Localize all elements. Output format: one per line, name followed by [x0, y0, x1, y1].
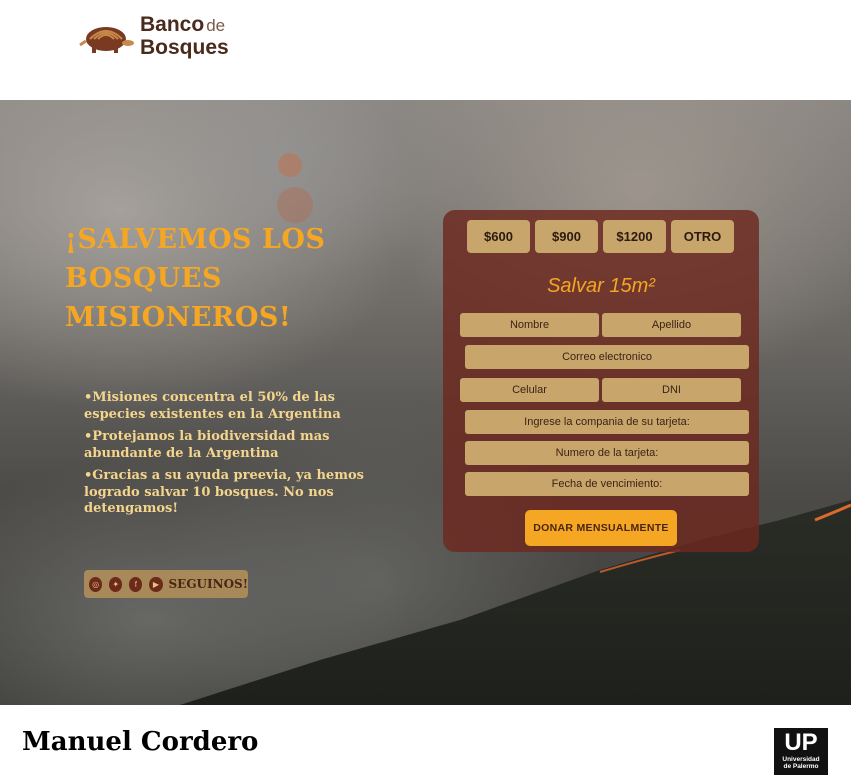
- bullet-item: •Protejamos la biodiversidad mas abundan…: [84, 429, 330, 461]
- up-logo-letters: UP: [784, 729, 818, 756]
- site-header: Banco de Bosques: [0, 0, 851, 100]
- facebook-icon[interactable]: f: [129, 576, 143, 592]
- donate-monthly-button[interactable]: DONAR MENSUALMENTE: [525, 510, 677, 546]
- hero-title: ¡SALVEMOS LOS BOSQUES MISIONEROS!: [65, 224, 326, 333]
- armadillo-icon: [79, 26, 134, 53]
- dni-field[interactable]: DNI: [602, 378, 741, 402]
- logo-word-banco: Banco: [140, 13, 205, 36]
- author-name: Manuel Cordero: [22, 727, 259, 757]
- nombre-field[interactable]: Nombre: [460, 313, 599, 337]
- up-logo-line2: de Palermo: [783, 763, 819, 770]
- hero-section: ¡SALVEMOS LOS BOSQUES MISIONEROS! •Misio…: [0, 100, 851, 705]
- apellido-field[interactable]: Apellido: [602, 313, 741, 337]
- expiry-date-field[interactable]: Fecha de vencimiento:: [465, 472, 749, 496]
- email-field[interactable]: Correo electronico: [465, 345, 749, 369]
- site-footer: Manuel Cordero UP Universidad de Palermo: [0, 705, 851, 775]
- hero-bullets: •Misiones concentra el 50% de las especi…: [84, 390, 384, 524]
- twitter-icon[interactable]: ✦: [109, 576, 123, 592]
- instagram-icon[interactable]: ◎: [89, 576, 103, 592]
- card-number-field[interactable]: Numero de la tarjeta:: [465, 441, 749, 465]
- youtube-icon[interactable]: ▶: [149, 576, 163, 592]
- amount-1200-button[interactable]: $1200: [603, 220, 666, 253]
- logo-word-de: de: [206, 16, 226, 35]
- donation-form: $600 $900 $1200 OTRO Salvar 15m² Nombre …: [443, 210, 759, 552]
- amount-600-button[interactable]: $600: [467, 220, 530, 253]
- amount-other-button[interactable]: OTRO: [671, 220, 734, 253]
- form-heading: Salvar 15m²: [547, 275, 655, 297]
- university-logo: UP Universidad de Palermo: [774, 728, 828, 775]
- card-company-field[interactable]: Ingrese la compania de su tarjeta:: [465, 410, 749, 434]
- bullet-item: •Misiones concentra el 50% de las especi…: [84, 390, 341, 422]
- logo-word-bosques: Bosques: [140, 36, 229, 59]
- amount-900-button[interactable]: $900: [535, 220, 598, 253]
- social-bar: ◎ ✦ f ▶ SEGUINOS!: [84, 570, 248, 598]
- up-logo-line1: Universidad: [782, 756, 820, 763]
- logo[interactable]: Banco de Bosques: [78, 14, 229, 59]
- bullet-item: •Gracias a su ayuda preevia, ya hemos lo…: [84, 468, 364, 516]
- celular-field[interactable]: Celular: [460, 378, 599, 402]
- social-label: SEGUINOS!: [168, 577, 249, 591]
